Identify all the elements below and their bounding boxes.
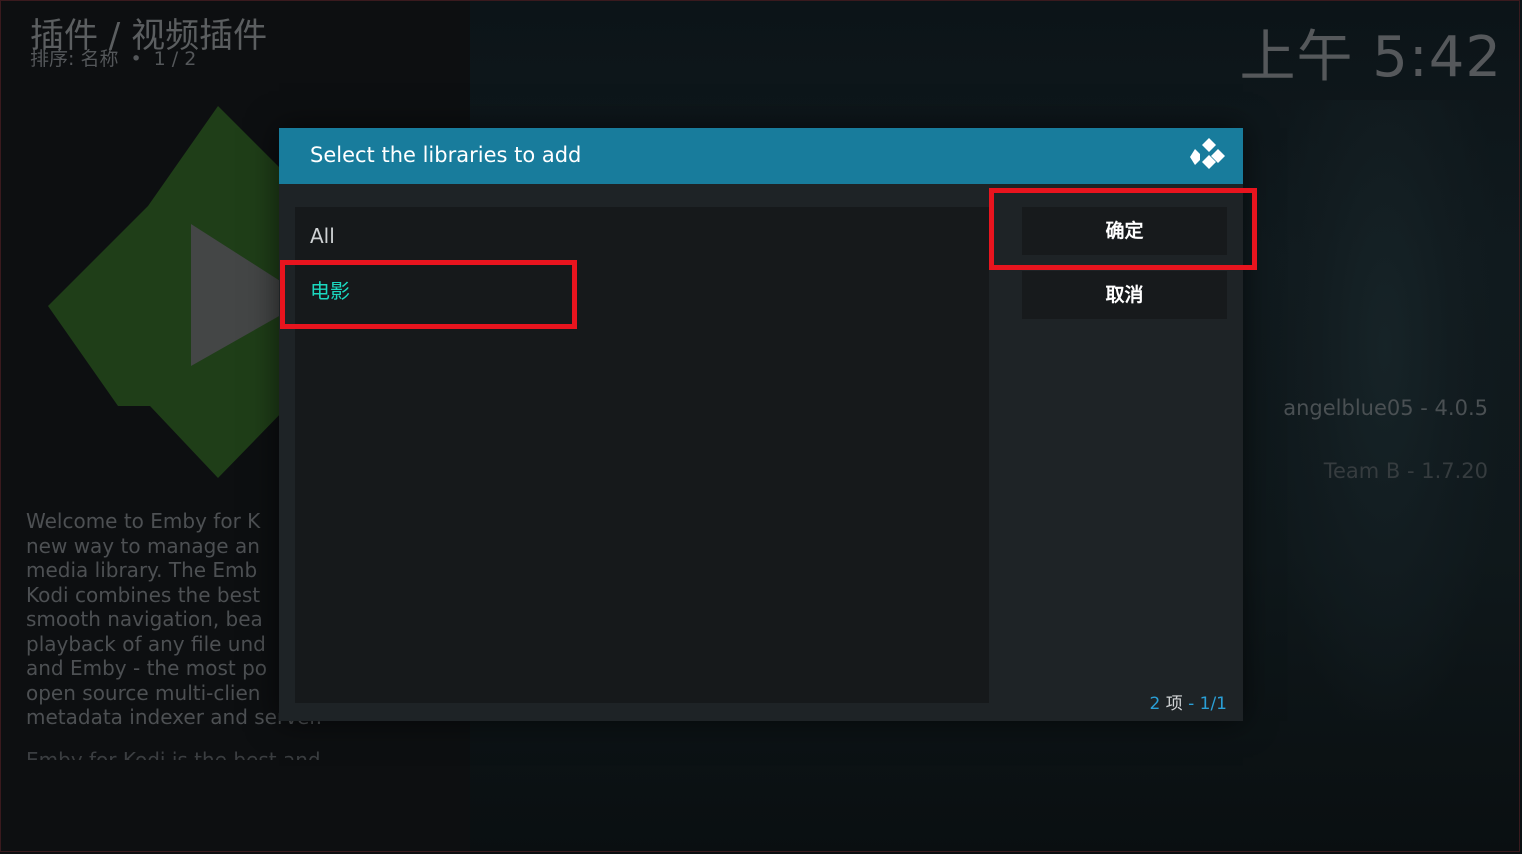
clock: 上午 5:42 — [1239, 25, 1502, 90]
dialog-title: Select the libraries to add — [310, 143, 582, 167]
item-count-dash: - — [1188, 694, 1195, 714]
item-count-unit: 项 — [1165, 694, 1183, 714]
cancel-button[interactable]: 取消 — [1022, 271, 1227, 319]
sort-info: 排序: 名称 • 1 / 2 — [30, 44, 196, 71]
highlight-box-ok — [989, 188, 1257, 270]
kodi-logo-icon — [1190, 138, 1225, 169]
highlight-box-movies — [280, 260, 577, 329]
list-item-all[interactable]: All — [295, 210, 989, 262]
addon-description-more: Emby for Kodi is the best and seamless — [26, 748, 321, 760]
page-indicator: 1 / 2 — [153, 48, 197, 70]
sort-separator: • — [130, 48, 142, 70]
emby-logo-icon — [48, 106, 288, 478]
addon-version-primary: angelblue05 - 4.0.5 — [1283, 396, 1488, 420]
item-count-number: 2 — [1149, 694, 1161, 714]
addon-version-secondary: Team B - 1.7.20 — [1323, 459, 1488, 483]
sort-label: 排序: 名称 — [30, 48, 119, 70]
dialog-header: Select the libraries to add — [279, 128, 1243, 184]
item-count: 2 项 - 1/1 — [1149, 689, 1227, 714]
item-count-page: 1/1 — [1199, 694, 1227, 714]
